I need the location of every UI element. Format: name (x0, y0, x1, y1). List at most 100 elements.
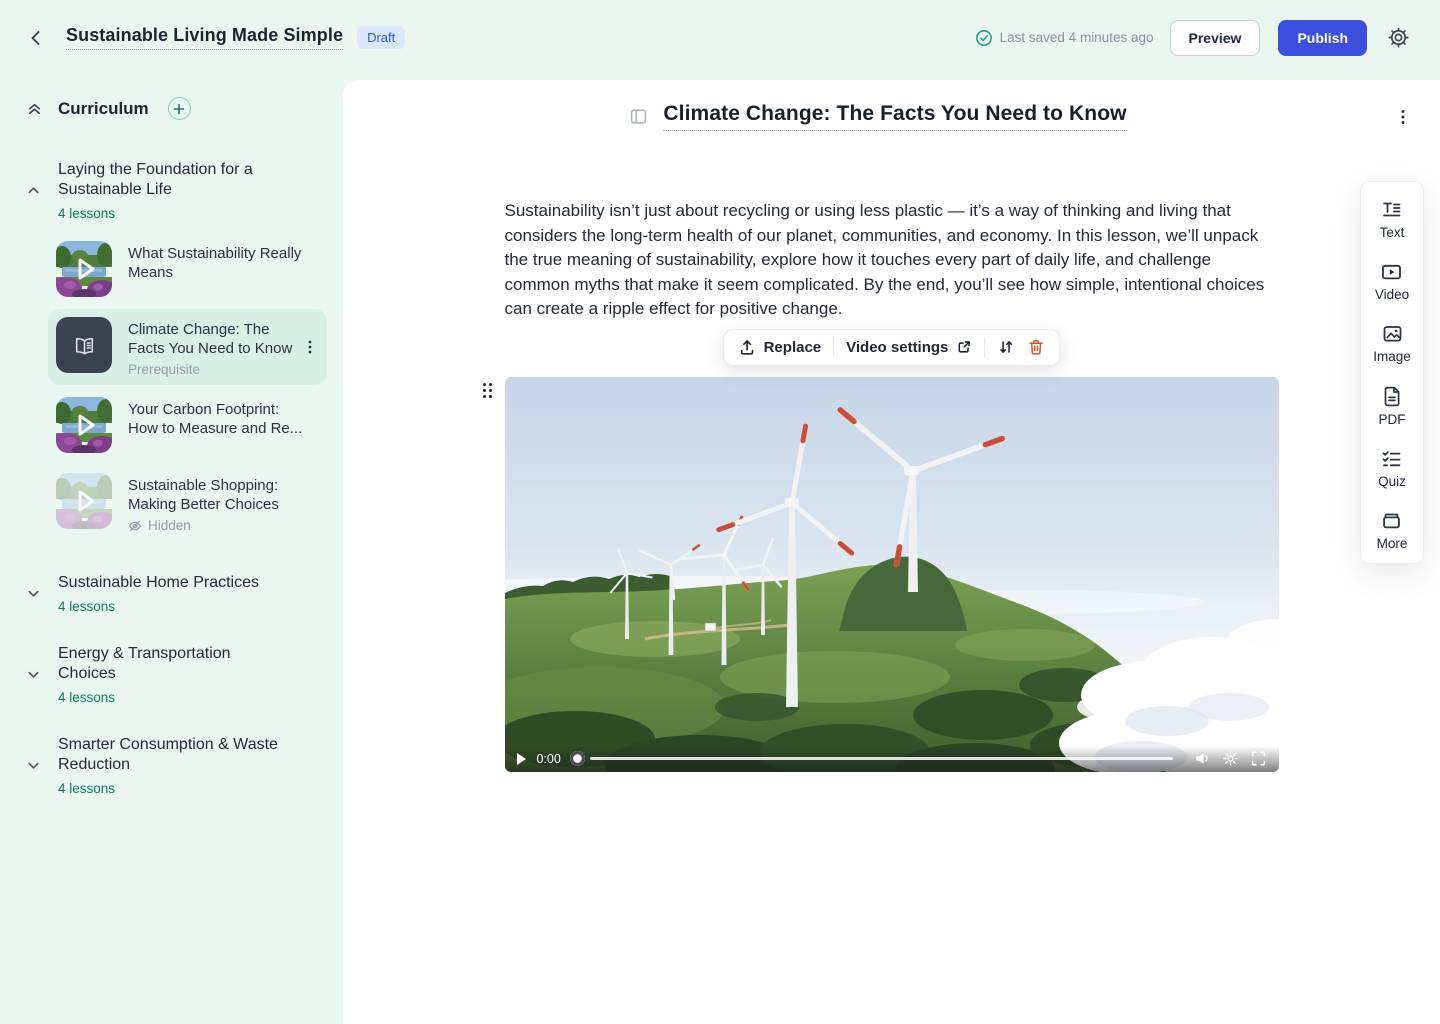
section-header[interactable]: Smarter Consumption & Waste Reduction 4 … (16, 735, 327, 796)
insert-block-rail: Text Video Image PDF (1360, 181, 1424, 564)
section-title: Laying the Foundation for a Sustainable … (58, 160, 288, 200)
section-title: Smarter Consumption & Waste Reduction (58, 735, 288, 775)
chevron-down-icon (26, 586, 41, 601)
lesson-options-button[interactable] (1392, 104, 1414, 130)
course-title[interactable]: Sustainable Living Made Simple (66, 25, 343, 50)
chevron-left-icon (26, 28, 46, 48)
replace-button[interactable]: Replace (738, 338, 822, 356)
trash-icon (1027, 338, 1045, 356)
curriculum-section: Energy & Transportation Choices 4 lesson… (16, 644, 327, 705)
reorder-button[interactable] (997, 338, 1015, 356)
curriculum-heading: Curriculum (58, 99, 149, 119)
lesson-video-thumbnail (56, 397, 112, 453)
kebab-menu-icon (1396, 108, 1410, 126)
insert-text-label: Text (1380, 225, 1405, 240)
lesson-page-title[interactable]: Climate Change: The Facts You Need to Kn… (663, 102, 1126, 131)
section-title: Sustainable Home Practices (58, 573, 259, 593)
section-lesson-count: 4 lessons (58, 206, 288, 221)
insert-quiz-label: Quiz (1378, 474, 1406, 489)
double-chevron-up-icon (26, 100, 43, 117)
section-lesson-count: 4 lessons (58, 781, 288, 796)
current-time: 0:00 (537, 752, 561, 766)
insert-image-label: Image (1373, 349, 1411, 364)
chevron-down-icon (26, 758, 41, 773)
toolbar-divider (833, 337, 834, 357)
insert-pdf-button[interactable]: PDF (1379, 385, 1406, 427)
lesson-title: Sustainable Shopping: Making Better Choi… (128, 476, 304, 514)
lesson-intro-paragraph[interactable]: Sustainability isn’t just about recyclin… (505, 199, 1279, 322)
lesson-title: Your Carbon Footprint: How to Measure an… (128, 400, 304, 438)
insert-image-button[interactable]: Image (1373, 323, 1411, 364)
lesson-item[interactable]: Your Carbon Footprint: How to Measure an… (48, 389, 327, 461)
section-lesson-count: 4 lessons (58, 599, 259, 614)
lesson-hidden-label: Hidden (148, 518, 191, 533)
section-lesson-count: 4 lessons (58, 690, 288, 705)
lesson-menu-button[interactable] (299, 335, 321, 359)
lesson-video-thumbnail (56, 241, 112, 297)
lesson-item-selected[interactable]: Climate Change: The Facts You Need to Kn… (48, 309, 327, 385)
toggle-sidebar-button[interactable] (627, 105, 650, 128)
publish-button[interactable]: Publish (1278, 20, 1367, 56)
player-settings-icon[interactable] (1222, 750, 1239, 767)
video-icon (1380, 261, 1403, 283)
text-icon (1380, 199, 1403, 221)
plus-icon (173, 103, 185, 115)
curriculum-section: Sustainable Home Practices 4 lessons (16, 573, 327, 614)
lesson-reading-tile (56, 317, 112, 373)
seek-knob[interactable] (570, 751, 585, 766)
chevron-down-icon (26, 667, 41, 682)
external-link-icon (956, 339, 972, 355)
panel-toggle-icon (629, 107, 648, 126)
video-player[interactable]: 0:00 (505, 377, 1279, 772)
video-block: Replace Video settings (505, 377, 1279, 772)
section-header[interactable]: Sustainable Home Practices 4 lessons (16, 573, 327, 614)
insert-quiz-button[interactable]: Quiz (1378, 448, 1406, 489)
lesson-title: Climate Change: The Facts You Need to Kn… (128, 320, 304, 358)
lesson-video-thumbnail (56, 473, 112, 529)
insert-text-button[interactable]: Text (1380, 199, 1405, 240)
seek-track[interactable] (590, 757, 1173, 760)
curriculum-sidebar: Curriculum Laying the Foundation for a S… (0, 75, 343, 1024)
insert-more-label: More (1377, 536, 1408, 551)
quiz-checklist-icon (1380, 448, 1403, 470)
volume-icon[interactable] (1194, 750, 1211, 767)
kebab-menu-icon (303, 339, 317, 355)
insert-pdf-label: PDF (1379, 412, 1406, 427)
upload-icon (738, 338, 756, 356)
more-blocks-icon (1380, 510, 1403, 532)
chevron-up-icon (26, 183, 41, 198)
lesson-title: What Sustainability Really Means (128, 244, 304, 282)
gear-icon (1387, 26, 1410, 49)
lesson-prerequisite-label: Prerequisite (128, 362, 304, 377)
section-header[interactable]: Laying the Foundation for a Sustainable … (16, 160, 327, 221)
insert-video-label: Video (1375, 287, 1409, 302)
replace-label: Replace (764, 339, 822, 356)
add-section-button[interactable] (168, 97, 191, 120)
preview-button[interactable]: Preview (1170, 20, 1261, 56)
section-header[interactable]: Energy & Transportation Choices 4 lesson… (16, 644, 327, 705)
sort-arrows-icon (997, 338, 1015, 356)
video-settings-button[interactable]: Video settings (846, 339, 972, 356)
video-block-toolbar: Replace Video settings (723, 329, 1061, 366)
video-poster-wind-turbines (505, 377, 1279, 772)
insert-video-button[interactable]: Video (1375, 261, 1409, 302)
video-controls: 0:00 (505, 746, 1279, 772)
section-title: Energy & Transportation Choices (58, 644, 288, 684)
settings-button[interactable] (1383, 22, 1414, 53)
check-circle-icon (975, 29, 993, 47)
insert-more-button[interactable]: More (1377, 510, 1408, 551)
lesson-item-hidden[interactable]: Sustainable Shopping: Making Better Choi… (48, 465, 327, 541)
toolbar-divider (984, 337, 985, 357)
lesson-editor-panel: Climate Change: The Facts You Need to Kn… (343, 80, 1440, 1024)
back-button[interactable] (22, 24, 50, 52)
curriculum-section: Smarter Consumption & Waste Reduction 4 … (16, 735, 327, 796)
collapse-all-button[interactable] (26, 100, 43, 117)
video-settings-label: Video settings (846, 339, 948, 356)
fullscreen-icon[interactable] (1250, 750, 1267, 767)
pdf-icon (1381, 385, 1403, 408)
block-drag-handle[interactable] (483, 383, 492, 398)
delete-block-button[interactable] (1027, 338, 1045, 356)
play-button[interactable] (517, 753, 526, 765)
lesson-item[interactable]: What Sustainability Really Means (48, 233, 327, 305)
image-icon (1381, 323, 1404, 345)
